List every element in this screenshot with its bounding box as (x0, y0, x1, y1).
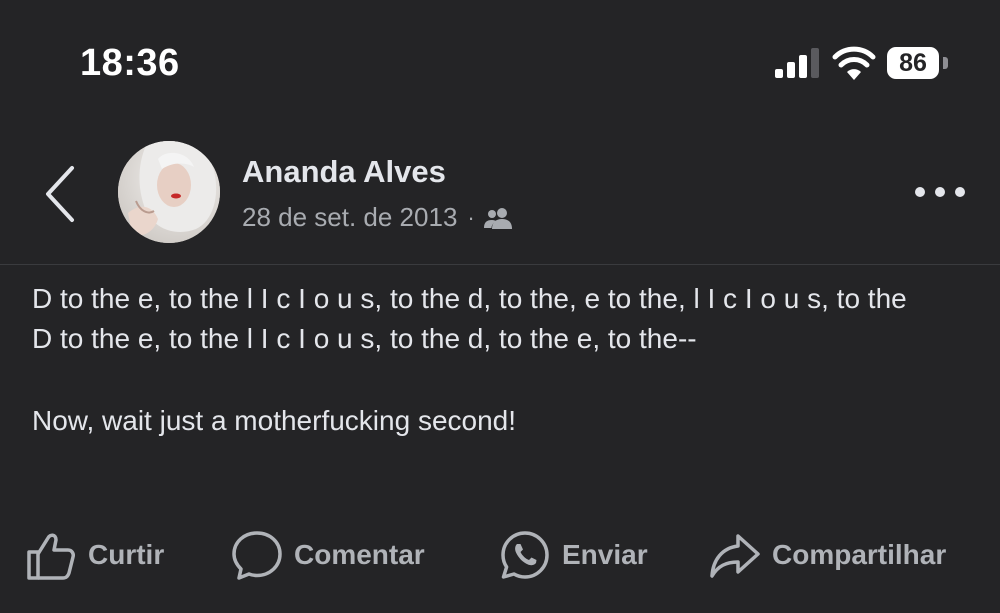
thumbs-up-icon (27, 533, 75, 580)
share-button[interactable]: Compartilhar (708, 522, 946, 588)
post-text-line: Now, wait just a motherfucking second! (32, 405, 517, 436)
status-time: 18:36 (80, 42, 180, 84)
cellular-signal-icon (775, 48, 819, 78)
status-bar: 18:36 86 (0, 0, 1000, 120)
wifi-icon (832, 46, 876, 80)
post-text-line: D to the e, to the l I c I o u s, to the… (32, 323, 697, 354)
share-arrow-icon (710, 534, 760, 578)
like-label: Curtir (88, 539, 165, 570)
battery-tip (943, 57, 948, 69)
post-date[interactable]: 28 de set. de 2013 (242, 202, 457, 233)
post-body: D to the e, to the l I c I o u s, to the… (32, 279, 972, 441)
header-divider (0, 264, 1000, 265)
post-text-blank-line (32, 359, 972, 401)
send-label: Enviar (562, 539, 648, 570)
battery-icon: 86 (887, 47, 939, 79)
author-name[interactable]: Ananda Alves (242, 154, 446, 190)
more-options-icon[interactable] (910, 178, 970, 206)
avatar-photo (118, 141, 220, 243)
friends-icon (483, 207, 512, 229)
send-button[interactable]: Enviar (498, 522, 648, 588)
post-text-line: D to the e, to the l I c I o u s, to the… (32, 283, 907, 314)
share-label: Compartilhar (772, 539, 947, 570)
comment-button[interactable]: Comentar (230, 522, 425, 588)
meta-separator: · (467, 204, 475, 230)
whatsapp-icon (501, 531, 549, 579)
post-header: Ananda Alves 28 de set. de 2013 · (0, 130, 1000, 264)
comment-label: Comentar (294, 539, 425, 570)
post-meta: 28 de set. de 2013 · (242, 202, 513, 233)
like-button[interactable]: Curtir (24, 522, 164, 588)
action-bar: Curtir Comentar Enviar Compartilhar (0, 522, 1000, 588)
battery-level: 86 (899, 48, 927, 77)
avatar[interactable] (118, 141, 220, 243)
comment-bubble-icon (232, 531, 282, 580)
back-chevron-icon[interactable] (38, 162, 82, 226)
